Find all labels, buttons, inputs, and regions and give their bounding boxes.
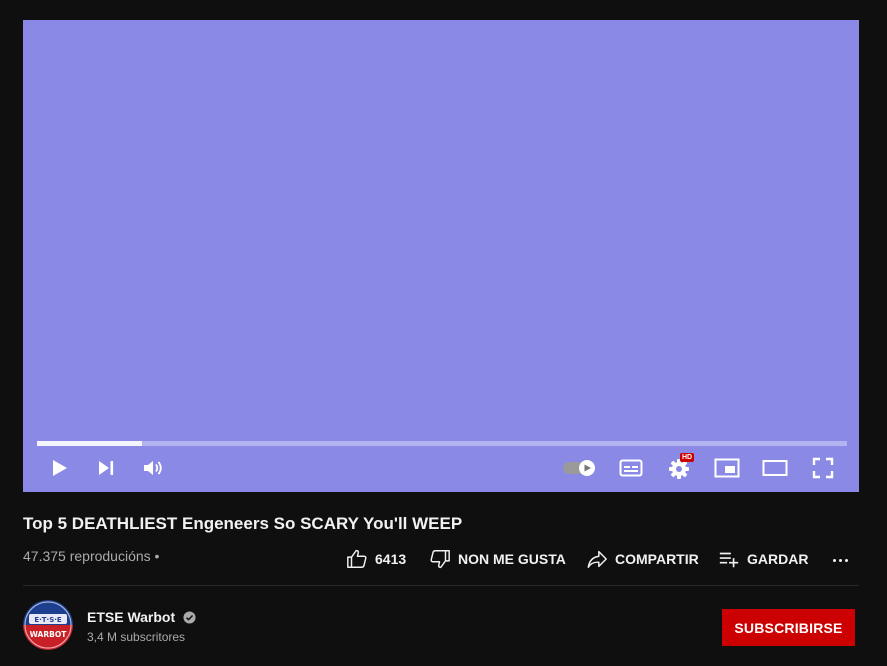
verified-check-icon (183, 610, 196, 624)
fullscreen-icon (812, 457, 834, 479)
playlist-add-icon (719, 552, 739, 568)
more-dot-icon (838, 558, 842, 562)
more-dot-icon (832, 558, 836, 562)
svg-text:WARBOT: WARBOT (30, 630, 68, 639)
channel-name-row[interactable]: ETSE Warbot (87, 609, 196, 625)
theater-mode-button[interactable] (759, 454, 791, 482)
subtitles-icon (619, 459, 643, 477)
miniplayer-button[interactable] (711, 454, 743, 482)
share-label: COMPARTIR (615, 551, 699, 567)
volume-button[interactable] (137, 454, 169, 482)
dislike-button[interactable]: NON ME GUSTA (429, 547, 566, 571)
dislike-label: NON ME GUSTA (458, 551, 566, 567)
play-icon (53, 460, 67, 476)
progress-bar[interactable] (37, 441, 847, 446)
fullscreen-button[interactable] (807, 454, 839, 482)
subtitles-button[interactable] (615, 454, 647, 482)
channel-avatar[interactable]: E·T·S·E WARBOT (23, 600, 73, 650)
video-title: Top 5 DEATHLIEST Engeneers So SCARY You'… (23, 514, 463, 533)
channel-logo: E·T·S·E WARBOT (23, 600, 73, 650)
like-button[interactable]: 6413 (346, 547, 406, 571)
like-count: 6413 (375, 551, 407, 567)
share-arrow-icon (587, 550, 607, 568)
subscribe-button[interactable]: SUBSCRIBIRSE (722, 609, 855, 646)
more-dot-icon (844, 558, 848, 562)
video-player[interactable]: HD (23, 20, 859, 492)
next-icon (99, 461, 114, 475)
save-button[interactable]: GARDAR (718, 547, 808, 571)
svg-text:E·T·S·E: E·T·S·E (34, 616, 62, 624)
play-button[interactable] (43, 454, 75, 482)
settings-button[interactable]: HD (663, 453, 695, 482)
hd-badge: HD (680, 453, 695, 462)
save-label: GARDAR (747, 551, 809, 567)
thumbs-up-icon (347, 549, 367, 568)
thumbs-down-icon (430, 550, 450, 569)
theater-mode-icon (762, 460, 788, 476)
channel-name: ETSE Warbot (87, 609, 176, 625)
share-button[interactable]: COMPARTIR (586, 547, 699, 571)
volume-icon (144, 461, 162, 475)
view-count: 47.375 reproducións • (23, 548, 160, 564)
autoplay-toggle[interactable] (561, 454, 599, 482)
progress-bar-fill (37, 441, 143, 446)
divider (23, 585, 859, 586)
next-button[interactable] (90, 454, 122, 482)
autoplay-toggle-icon (563, 460, 595, 476)
miniplayer-icon (714, 458, 740, 478)
more-actions-button[interactable] (826, 549, 854, 571)
subscriber-count: 3,4 M subscritores (87, 630, 186, 644)
